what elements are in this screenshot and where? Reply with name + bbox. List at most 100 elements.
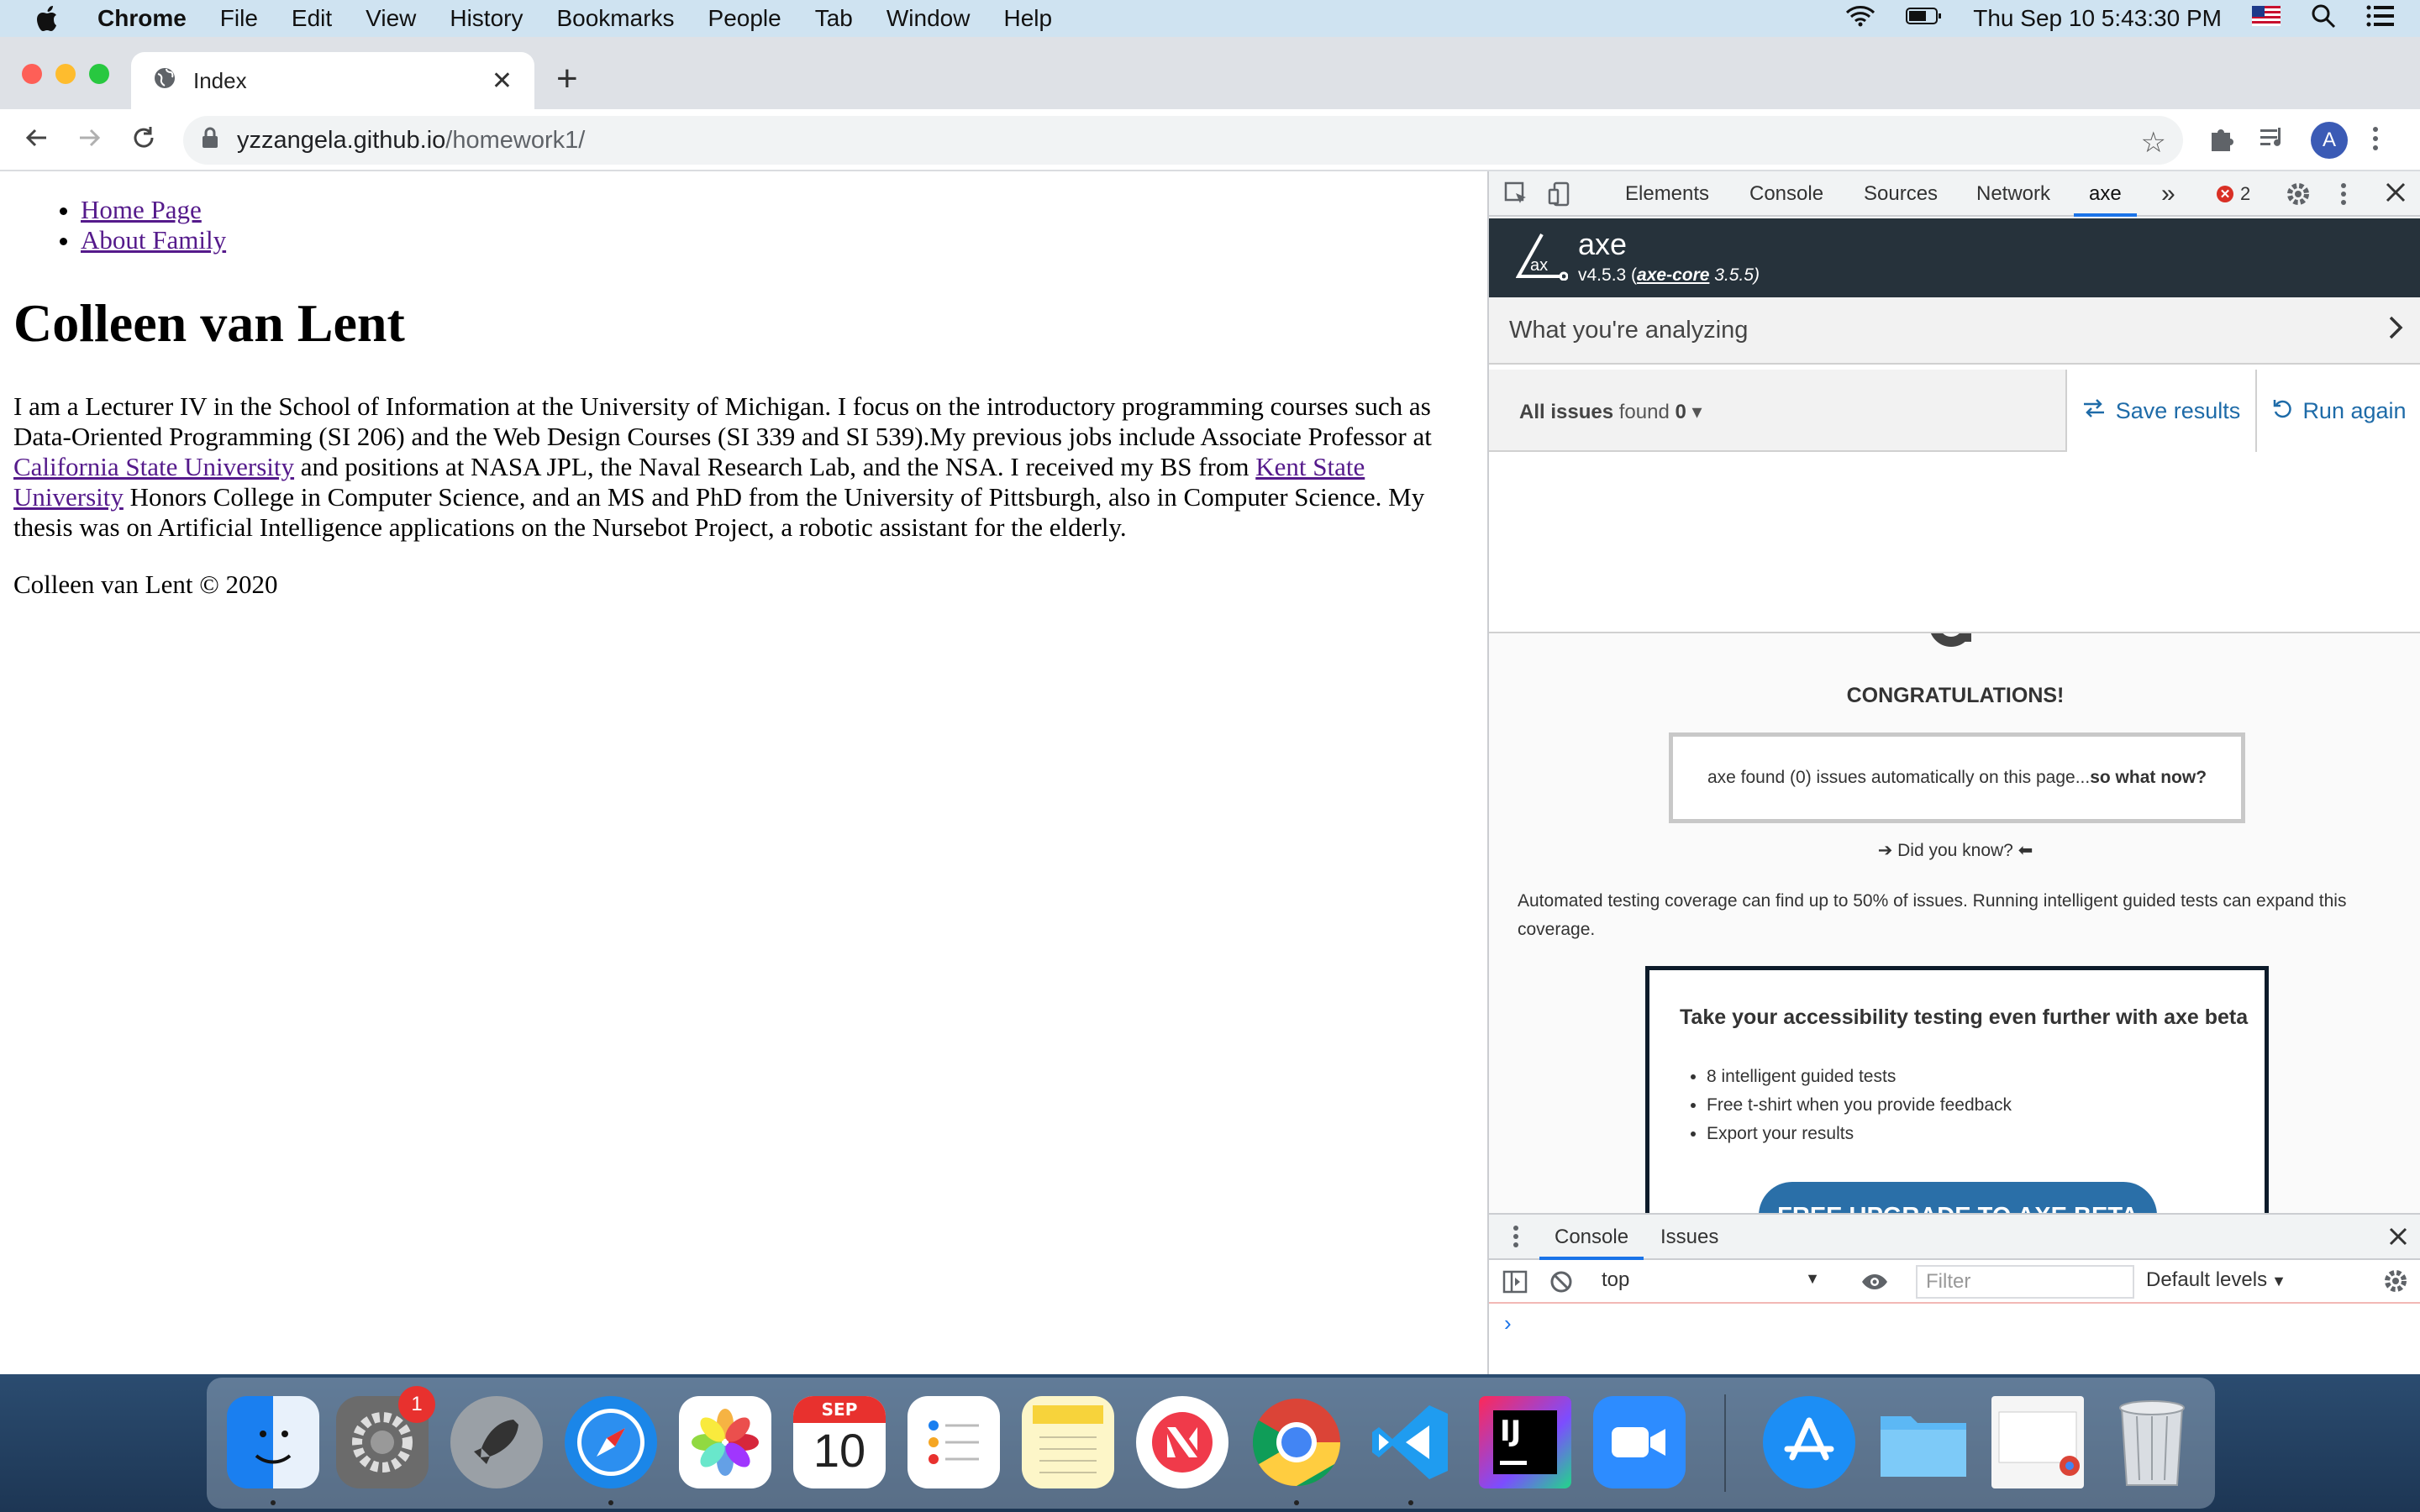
folder-icon[interactable] [1877,1396,1970,1488]
about-family-link[interactable]: About Family [81,225,226,255]
browser-tab-index[interactable]: Index ✕ [131,52,534,109]
close-tab-icon[interactable]: ✕ [492,66,513,96]
tab-elements[interactable]: Elements [1625,171,1709,217]
menu-file[interactable]: File [220,5,258,32]
menu-help[interactable]: Help [1003,5,1052,32]
drawer-tab-console[interactable]: Console [1539,1215,1644,1260]
tab-network[interactable]: Network [1976,171,2050,217]
live-expression-eye-icon[interactable] [1860,1270,1889,1299]
notes-icon[interactable] [1022,1396,1114,1488]
inspect-element-icon[interactable] [1504,181,1529,213]
menu-edit[interactable]: Edit [292,5,332,32]
lock-icon[interactable] [202,127,218,155]
app-store-icon[interactable] [1763,1396,1855,1488]
california-state-university-link[interactable]: California State University [13,452,294,481]
menu-people[interactable]: People [708,5,781,32]
tab-console[interactable]: Console [1749,171,1823,217]
media-queue-icon[interactable] [2259,124,2289,159]
close-window-button[interactable] [22,64,42,84]
bio-text-1: I am a Lecturer IV in the School of Info… [13,391,1432,451]
spotlight-search-icon[interactable] [2311,3,2336,34]
back-arrow-icon[interactable] [24,123,49,158]
photos-icon[interactable] [679,1396,771,1488]
wifi-icon[interactable] [1845,4,1876,34]
all-issues-dropdown[interactable]: All issues found 0 ▾ [1519,400,1702,424]
axe-version-prefix: v4.5.3 ( [1578,265,1638,285]
all-issues-label: All issues [1519,401,1614,423]
chrome-icon[interactable] [1250,1396,1343,1488]
apple-icon[interactable] [32,2,66,35]
bookmark-star-icon[interactable]: ☆ [2141,126,2166,160]
log-levels-dropdown[interactable]: Default levels ▼ [2146,1268,2286,1292]
url-host: yzzangela.github.io [237,126,446,154]
minimize-window-button[interactable] [55,64,76,84]
battery-icon[interactable] [1906,5,1943,32]
bio-text-3: Honors College in Computer Science, and … [13,482,1425,542]
safari-compass-icon[interactable] [565,1396,657,1488]
error-count-badge[interactable]: ✕ 2 [2217,183,2250,205]
page-nav-list: Home Page About Family [81,195,226,255]
undo-icon [2272,398,2292,424]
menubar-clock[interactable]: Thu Sep 10 5:43:30 PM [1973,5,2222,32]
home-page-link[interactable]: Home Page [81,195,202,224]
tab-axe[interactable]: axe [2074,171,2137,217]
reminders-icon[interactable] [908,1396,1000,1488]
chrome-menu-kebab-icon[interactable] [2371,124,2380,159]
menu-tab[interactable]: Tab [815,5,853,32]
reload-icon[interactable] [131,123,156,158]
console-prompt-icon[interactable]: › [1504,1310,1512,1336]
zoom-window-button[interactable] [89,64,109,84]
drawer-tab-issues[interactable]: Issues [1660,1215,1718,1260]
extensions-puzzle-icon[interactable] [2207,124,2235,159]
more-tabs-chevron-icon[interactable]: » [2161,171,2175,217]
page-title: Colleen van Lent [13,293,405,353]
close-devtools-icon[interactable] [2385,181,2407,209]
console-filter-input[interactable]: Filter [1916,1265,2134,1299]
devtools-kebab-icon[interactable] [2339,181,2348,213]
congratulations-heading: CONGRATULATIONS! [1846,684,2065,707]
list-item: Free t-shirt when you provide feedback [1707,1091,2012,1120]
dock: 1 SEP 10 IJ [207,1378,2215,1509]
run-again-button[interactable]: Run again [2255,370,2420,452]
context-selector[interactable]: top ▼ [1602,1268,1820,1292]
launchpad-rocket-icon[interactable] [450,1396,543,1488]
flag-icon[interactable] [2252,5,2281,32]
zoom-video-icon[interactable] [1593,1396,1686,1488]
vscode-icon[interactable] [1365,1396,1457,1488]
menu-view[interactable]: View [366,5,416,32]
clear-console-icon[interactable] [1549,1270,1573,1299]
forward-arrow-icon[interactable] [77,123,103,158]
axe-core-link[interactable]: axe-core [1637,265,1709,285]
save-results-button[interactable]: Save results [2065,370,2255,452]
error-icon: ✕ [2217,186,2233,202]
trash-icon[interactable] [2106,1396,2198,1488]
device-toolbar-icon[interactable] [1548,181,1573,213]
downloads-stack-icon[interactable] [1991,1396,2084,1488]
calendar-icon[interactable]: SEP 10 [793,1396,886,1488]
calendar-day: 10 [813,1424,866,1477]
finder-icon[interactable] [227,1396,319,1488]
menu-app-chrome[interactable]: Chrome [97,5,187,32]
close-drawer-icon[interactable] [2388,1226,2408,1252]
drawer-kebab-icon[interactable] [1512,1225,1519,1254]
page-footer: Colleen van Lent © 2020 [13,570,278,599]
profile-avatar[interactable]: A [2311,122,2348,159]
new-tab-button[interactable]: + [556,60,578,97]
menu-bookmarks[interactable]: Bookmarks [556,5,674,32]
address-bar[interactable]: yzzangela.github.io/homework1/ ☆ [183,116,2183,165]
news-icon[interactable] [1136,1396,1228,1488]
intellij-icon[interactable]: IJ [1479,1396,1571,1488]
show-sidebar-icon[interactable] [1502,1270,1528,1299]
context-value: top [1602,1268,1630,1291]
console-settings-gear-icon[interactable] [2383,1268,2408,1299]
issues-count: 0 [1675,401,1686,423]
menu-history[interactable]: History [450,5,523,32]
menu-window[interactable]: Window [886,5,971,32]
control-center-icon[interactable] [2366,5,2395,33]
swap-arrows-icon [2082,398,2106,424]
what-youre-analyzing-toggle[interactable]: What you're analyzing [1489,297,2420,365]
dropdown-arrow-icon: ▼ [2267,1273,2286,1289]
tab-sources[interactable]: Sources [1864,171,1938,217]
settings-gear-icon[interactable] [2286,181,2311,213]
drawer-tabbar: Console Issues [1489,1215,2420,1260]
